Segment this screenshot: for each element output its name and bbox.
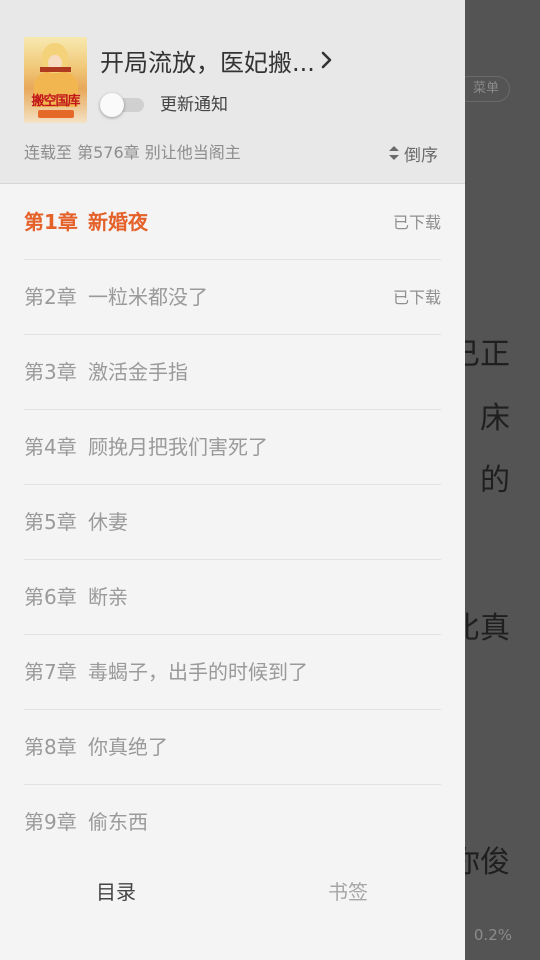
sort-label: 倒序	[404, 145, 438, 166]
chapter-number: 第1章	[24, 210, 78, 234]
book-title: 开局流放，医妃搬...	[100, 48, 315, 77]
toggle-knob	[100, 93, 124, 117]
chapter-title: 偷东西	[88, 810, 148, 834]
drawer-tab-bar: 目录 书签	[0, 862, 465, 922]
chapter-item[interactable]: 第6章 断亲	[24, 560, 441, 635]
reading-progress-percent: 0.2%	[473, 926, 512, 944]
chapter-title: 断亲	[88, 585, 128, 609]
reader-text-line: 床	[480, 401, 510, 436]
chapter-number: 第5章	[24, 510, 77, 534]
book-cover[interactable]: 搬空国库	[24, 37, 87, 123]
update-notify-toggle[interactable]	[100, 93, 146, 117]
chapter-item[interactable]: 第2章 一粒米都没了 已下载	[24, 260, 441, 335]
reader-text-line: 的	[480, 463, 510, 498]
sort-icon	[388, 144, 400, 162]
chapter-number: 第3章	[24, 360, 77, 384]
download-status: 已下载	[392, 288, 441, 307]
chapter-number: 第8章	[24, 735, 77, 759]
chapter-title: 毒蝎子，出手的时候到了	[88, 660, 308, 684]
chapter-item[interactable]: 第1章 新婚夜 已下载	[24, 185, 441, 260]
chapter-item[interactable]: 第9章 偷东西	[24, 785, 441, 860]
chapter-number: 第6章	[24, 585, 77, 609]
book-header: 搬空国库 开局流放，医妃搬... 更新通知 连载至 第576章 别让他当阁主 倒…	[0, 0, 465, 184]
chapter-number: 第9章	[24, 810, 77, 834]
chapter-item[interactable]: 第8章 你真绝了	[24, 710, 441, 785]
update-notify-label: 更新通知	[160, 95, 228, 115]
chapter-list: 第1章 新婚夜 已下载 第2章 一粒米都没了 已下载 第3章 激活金手指 第4章…	[0, 185, 465, 860]
cover-banner	[40, 67, 71, 72]
chapter-title: 你真绝了	[88, 735, 168, 759]
serial-progress-text: 连载至 第576章 别让他当阁主	[24, 143, 241, 162]
chevron-right-icon	[321, 48, 337, 72]
catalog-drawer: 搬空国库 开局流放，医妃搬... 更新通知 连载至 第576章 别让他当阁主 倒…	[0, 0, 465, 960]
chapter-number: 第4章	[24, 435, 77, 459]
cover-subtitle-strip	[38, 110, 74, 118]
chapter-title: 一粒米都没了	[88, 285, 208, 309]
chapter-number: 第2章	[24, 285, 77, 309]
reverse-sort-button[interactable]: 倒序	[388, 142, 438, 166]
tab-bookmark[interactable]: 书签	[328, 862, 368, 922]
chapter-title: 激活金手指	[88, 360, 188, 384]
download-status: 已下载	[392, 213, 441, 232]
chapter-number: 第7章	[24, 660, 77, 684]
chapter-title: 休妻	[88, 510, 128, 534]
chapter-item[interactable]: 第4章 顾挽月把我们害死了	[24, 410, 441, 485]
chapter-item[interactable]: 第5章 休妻	[24, 485, 441, 560]
chapter-item[interactable]: 第7章 毒蝎子，出手的时候到了	[24, 635, 441, 710]
chapter-item[interactable]: 第3章 激活金手指	[24, 335, 441, 410]
tab-catalog[interactable]: 目录	[96, 862, 136, 922]
book-title-link[interactable]: 开局流放，医妃搬...	[100, 40, 337, 80]
chapter-title: 新婚夜	[88, 210, 148, 234]
chapter-title: 顾挽月把我们害死了	[88, 435, 268, 459]
cover-title: 搬空国库	[31, 94, 80, 109]
